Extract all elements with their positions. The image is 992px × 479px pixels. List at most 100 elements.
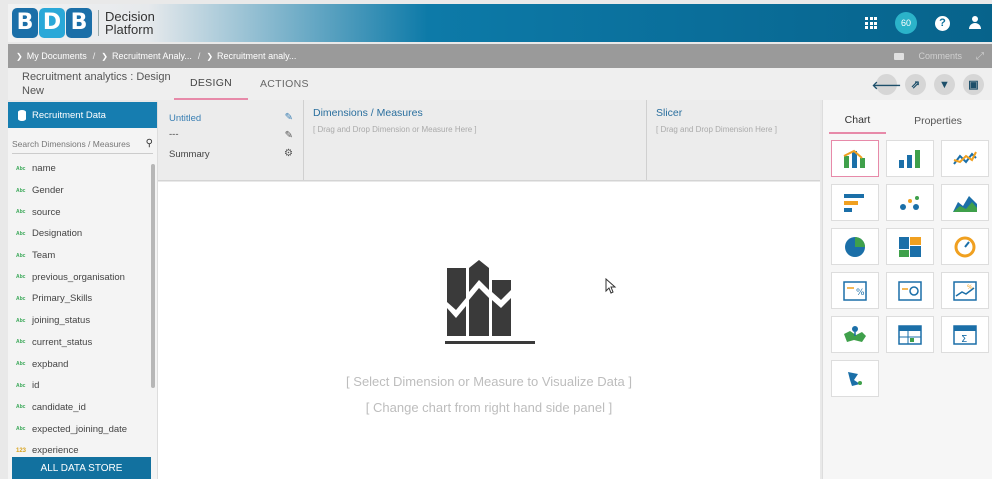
chart-title[interactable]: Untitled [169, 113, 201, 124]
chart-type-treemap[interactable] [886, 228, 934, 265]
list-item[interactable]: Abc name [8, 158, 157, 180]
field-name: candidate_id [32, 401, 86, 413]
list-item[interactable]: Abc id [8, 375, 157, 397]
comments-link[interactable]: Comments [918, 51, 962, 61]
notification-badge[interactable]: 60 [895, 12, 917, 34]
chart-canvas[interactable]: [ Select Dimension or Measure to Visuali… [158, 182, 820, 479]
custom-chart-icon [848, 371, 862, 386]
chart-type-map[interactable] [831, 316, 879, 353]
text-type-icon: Abc [16, 317, 26, 324]
breadcrumb-label: Recruitment Analy... [111, 51, 192, 61]
back-button[interactable]: 🡐 [872, 74, 901, 95]
chart-type-gauge[interactable] [941, 228, 989, 265]
gauge-icon [954, 236, 976, 257]
pencil-icon[interactable]: ✎ [285, 130, 293, 141]
chevron-down-icon: ❯ [101, 51, 108, 61]
export-icon: ⇗ [910, 79, 921, 91]
tab-chart[interactable]: Chart [829, 108, 886, 134]
chart-type-bar[interactable] [831, 184, 879, 221]
field-name: previous_organisation [32, 271, 125, 283]
scatter-chart-icon [900, 195, 919, 210]
filter-button[interactable]: ▼ [934, 74, 955, 95]
logo-mark: B D B [12, 8, 92, 38]
list-item[interactable]: Abc previous_organisation [8, 266, 157, 288]
breadcrumb-item[interactable]: ❯ My Documents [16, 51, 87, 61]
breadcrumb-item[interactable]: ❯ Recruitment analy... [206, 51, 296, 61]
data-sidebar: Recruitment Data Search Dimensions / Mea… [8, 102, 158, 479]
chart-type-custom[interactable] [831, 360, 879, 397]
text-type-icon: Abc [16, 339, 26, 346]
summary-label[interactable]: Summary [169, 149, 210, 160]
chart-type-area[interactable] [941, 184, 989, 221]
list-item[interactable]: Abc expected_joining_date [8, 418, 157, 440]
database-icon [18, 109, 26, 121]
kpi-card-icon [898, 280, 922, 301]
search-input[interactable]: Search Dimensions / Measures [12, 139, 130, 149]
list-item[interactable]: Abc joining_status [8, 310, 157, 332]
tab-actions[interactable]: ACTIONS [244, 68, 325, 100]
chart-type-pie[interactable] [831, 228, 879, 265]
save-icon: ▣ [968, 79, 979, 91]
bar-chart-icon [844, 193, 864, 212]
gear-icon[interactable]: ⚙ [284, 148, 293, 159]
svg-text:Σ: Σ [961, 334, 967, 345]
chart-subtitle[interactable]: --- [169, 129, 179, 140]
chart-type-scatter[interactable] [886, 184, 934, 221]
camera-icon[interactable] [894, 52, 905, 60]
drop-zones: Untitled ✎ --- ✎ Summary ⚙ Dimensions / … [158, 100, 820, 181]
chart-type-line[interactable] [941, 140, 989, 177]
text-type-icon: Abc [16, 230, 26, 237]
chart-type-kpi-percent[interactable]: % [831, 272, 879, 309]
list-item[interactable]: Abc candidate_id [8, 397, 157, 419]
chart-type-mixed[interactable] [831, 140, 879, 177]
kpi-percent-icon: % [843, 280, 867, 301]
field-name: joining_status [32, 315, 91, 327]
list-item[interactable]: Abc source [8, 201, 157, 223]
area-chart-icon [953, 195, 977, 212]
chevron-down-icon: ❯ [16, 51, 23, 61]
sidebar-header[interactable]: Recruitment Data [8, 102, 157, 128]
slicer-drop-zone[interactable]: Slicer [ Drag and Drop Dimension Here ] [647, 100, 820, 180]
search-field[interactable]: Search Dimensions / Measures ⚲ [12, 134, 153, 154]
save-button[interactable]: ▣ [963, 74, 984, 95]
list-item[interactable]: Abc Gender [8, 180, 157, 202]
text-type-icon: Abc [16, 382, 26, 389]
export-button[interactable]: ⇗ [905, 74, 926, 95]
user-icon[interactable] [968, 16, 982, 30]
list-item[interactable]: Abc Team [8, 245, 157, 267]
mouse-cursor-icon [605, 278, 617, 294]
breadcrumb-label: My Documents [26, 51, 87, 61]
logo-letter: D [39, 8, 65, 38]
chart-type-kpi-card[interactable] [886, 272, 934, 309]
field-list: Abc name Abc Gender Abc source Abc Designati… [8, 154, 157, 462]
chart-type-pivot-summary[interactable]: Σ [941, 316, 989, 353]
logo[interactable]: B D B Decision Platform [8, 4, 155, 42]
dimensions-hint: [ Drag and Drop Dimension or Measure Her… [313, 125, 477, 134]
pencil-icon[interactable]: ✎ [285, 112, 293, 123]
chart-type-column[interactable] [886, 140, 934, 177]
chart-type-table[interactable] [886, 316, 934, 353]
expand-icon[interactable]: ⤢ [976, 51, 984, 62]
apps-grid-icon[interactable] [865, 17, 877, 29]
sidebar-scrollbar[interactable] [151, 164, 155, 388]
svg-text:%: % [967, 284, 973, 291]
help-icon[interactable]: ? [935, 15, 950, 31]
table-icon [898, 324, 922, 345]
all-data-store-button[interactable]: ALL DATA STORE [12, 457, 151, 479]
tab-properties[interactable]: Properties [903, 108, 973, 134]
filter-icon: ▼ [939, 78, 950, 91]
back-icon: 🡐 [871, 79, 902, 92]
breadcrumb-separator: / [92, 51, 96, 61]
list-item[interactable]: Abc Primary_Skills [8, 288, 157, 310]
list-item[interactable]: Abc Designation [8, 223, 157, 245]
toolbar-buttons: 🡐 ⇗ ▼ ▣ [872, 74, 984, 95]
breadcrumb-item[interactable]: ❯ Recruitment Analy... [101, 51, 192, 61]
tab-design[interactable]: DESIGN [174, 68, 249, 100]
dimensions-drop-zone[interactable]: Dimensions / Measures [ Drag and Drop Di… [304, 100, 647, 180]
list-item[interactable]: Abc current_status [8, 332, 157, 354]
list-item[interactable]: Abc expband [8, 353, 157, 375]
sidebar-title: Recruitment Data [32, 109, 106, 121]
search-icon[interactable]: ⚲ [146, 138, 153, 149]
chart-type-kpi-trend[interactable]: % [941, 272, 989, 309]
chart-type-grid: % % Σ [831, 140, 989, 397]
